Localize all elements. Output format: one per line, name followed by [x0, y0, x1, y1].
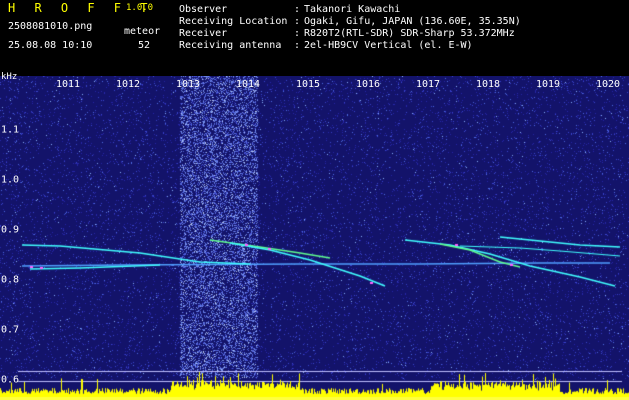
y-axis-unit: kHz — [1, 72, 18, 82]
file-datetime: 25.08.08 10:10 — [8, 40, 93, 51]
receiver-label: Receiver — [179, 28, 228, 39]
y-tick-label: 1.1 — [1, 124, 20, 136]
x-tick-label: 1014 — [235, 79, 261, 90]
colon: : — [294, 28, 301, 39]
app-version: 1.0.0 — [126, 3, 154, 13]
antenna-label: Receiving antenna — [179, 40, 282, 51]
colon: : — [294, 16, 301, 27]
meteor-count: 52 — [138, 40, 151, 51]
location-value: Ogaki, Gifu, JAPAN (136.60E, 35.35N) — [304, 16, 521, 27]
x-tick-label: 1019 — [535, 79, 561, 90]
x-tick-label: 1017 — [415, 79, 441, 90]
observer-label: Observer — [179, 4, 228, 15]
colon: : — [294, 40, 301, 51]
observer-value: Takanori Kawachi — [304, 4, 401, 15]
file-name: 2508081010.png — [8, 21, 93, 32]
y-tick-label: 0.7 — [1, 324, 20, 336]
location-label: Receiving Location — [179, 16, 288, 27]
colon: : — [294, 4, 301, 15]
meteor-label: meteor — [124, 26, 161, 37]
x-tick-label: 1018 — [475, 79, 501, 90]
x-tick-label: 1011 — [55, 79, 81, 90]
x-tick-label: 1012 — [115, 79, 141, 90]
x-tick-label: 1020 — [595, 79, 621, 90]
y-tick-label: 0.6 — [1, 374, 20, 386]
receiver-value: R820T2(RTL-SDR) SDR-Sharp 53.372MHz — [304, 28, 515, 39]
x-tick-label: 1015 — [295, 79, 321, 90]
x-tick-label: 1013 — [175, 79, 201, 90]
y-tick-label: 0.8 — [1, 274, 20, 286]
x-tick-label: 1016 — [355, 79, 381, 90]
y-tick-label: 0.9 — [1, 224, 20, 236]
header-panel: H R O F F T 1.0.0 2508081010.png meteor … — [0, 0, 629, 76]
spectrogram-canvas — [0, 76, 629, 400]
antenna-value: 2el-HB9CV Vertical (el. E-W) — [304, 40, 473, 51]
y-tick-label: 1.0 — [1, 174, 20, 186]
